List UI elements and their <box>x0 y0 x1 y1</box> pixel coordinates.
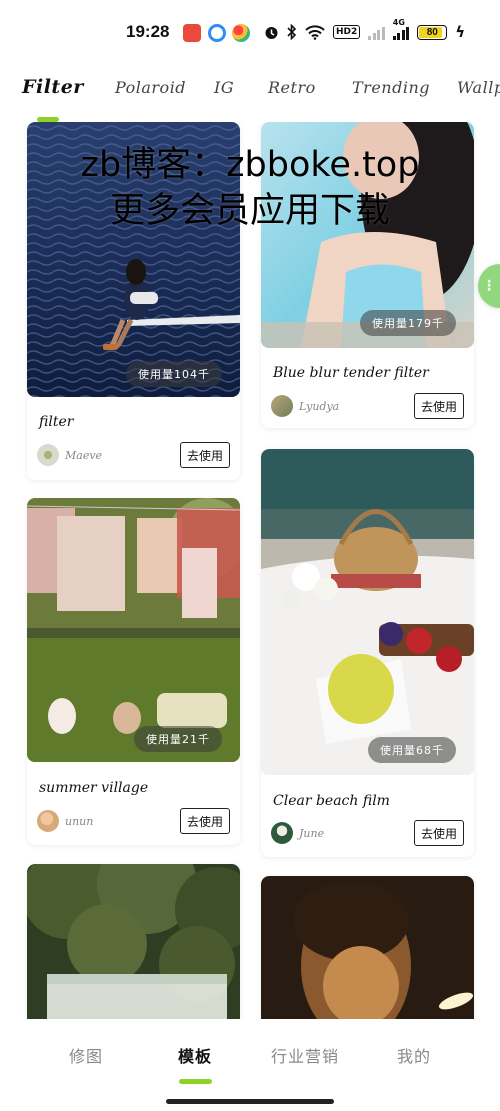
signal-icon <box>368 25 385 40</box>
battery-icon: 80 <box>417 24 448 40</box>
charging-icon: ϟ <box>455 23 466 41</box>
usage-badge: 使用量104千 <box>126 361 222 387</box>
template-card[interactable] <box>27 864 240 1019</box>
signal-icon: 4G <box>392 18 410 40</box>
watermark-line-1: zb博客：zbboke.top <box>80 145 420 185</box>
nav-templates[interactable]: 模板 <box>178 1043 212 1067</box>
hd-badge: HD2 <box>333 25 361 39</box>
nav-profile[interactable]: 我的 <box>397 1043 431 1067</box>
photos-app-icon <box>232 24 250 42</box>
card-author[interactable]: June <box>271 822 324 844</box>
template-feed[interactable]: 使用量104千 filter Maeve 去使用 使用量179千 Blue bl… <box>0 122 500 1019</box>
use-template-button[interactable]: 去使用 <box>180 808 230 834</box>
template-card[interactable]: 使用量21千 summer village unun 去使用 <box>27 498 240 845</box>
nav-marketing[interactable]: 行业营销 <box>271 1043 339 1067</box>
card-title: summer village <box>39 780 149 796</box>
author-avatar[interactable] <box>271 822 293 844</box>
card-author[interactable]: unun <box>37 810 93 832</box>
author-name: Lyudya <box>299 399 340 413</box>
tab-filter[interactable]: Filter <box>22 76 84 98</box>
author-avatar[interactable] <box>271 395 293 417</box>
battery-percent: 80 <box>426 26 438 38</box>
author-name: June <box>299 826 325 840</box>
template-photo[interactable] <box>27 498 240 762</box>
watermark-overlay: zb博客：zbboke.top 更多会员应用下载 <box>0 142 500 234</box>
author-name: unun <box>65 814 94 828</box>
blue-app-icon <box>208 24 226 42</box>
network-label: 4G <box>392 17 405 27</box>
template-card[interactable] <box>261 876 474 1019</box>
usage-badge: 使用量179千 <box>360 310 456 336</box>
author-name: Maeve <box>65 448 103 462</box>
home-indicator[interactable] <box>166 1099 334 1104</box>
tab-polaroid[interactable]: Polaroid <box>115 78 186 97</box>
more-dots-icon: ⋮ <box>482 278 496 294</box>
nav-edit[interactable]: 修图 <box>69 1043 103 1067</box>
watermark-line-2: 更多会员应用下载 <box>109 191 390 231</box>
card-title: Blue blur tender filter <box>273 365 429 381</box>
card-author[interactable]: Maeve <box>37 444 102 466</box>
tab-trending[interactable]: Trending <box>352 78 430 97</box>
tab-retro[interactable]: Retro <box>268 78 316 97</box>
template-card[interactable]: 使用量68千 Clear beach film June 去使用 <box>261 449 474 857</box>
use-template-button[interactable]: 去使用 <box>414 820 464 846</box>
use-template-button[interactable]: 去使用 <box>414 393 464 419</box>
author-avatar[interactable] <box>37 444 59 466</box>
status-icons: HD2 4G 80 ϟ <box>264 18 466 41</box>
tab-ig[interactable]: IG <box>214 78 234 97</box>
status-bar: 19:28 HD2 4G 80 ϟ <box>0 0 500 66</box>
author-avatar[interactable] <box>37 810 59 832</box>
bluetooth-icon <box>287 24 297 40</box>
usage-badge: 使用量68千 <box>368 737 456 763</box>
template-photo[interactable] <box>27 864 240 1019</box>
taobao-app-icon <box>183 24 201 42</box>
template-photo[interactable] <box>261 876 474 1019</box>
tab-wallpaper[interactable]: Wallpa <box>457 78 500 97</box>
use-template-button[interactable]: 去使用 <box>180 442 230 468</box>
active-nav-indicator <box>179 1079 212 1084</box>
card-title: filter <box>39 414 74 430</box>
card-author[interactable]: Lyudya <box>271 395 339 417</box>
usage-badge: 使用量21千 <box>134 726 222 752</box>
alarm-icon <box>264 25 279 40</box>
bottom-navigation: 修图 模板 行业营销 我的 <box>0 1019 500 1111</box>
wifi-icon <box>305 24 325 40</box>
category-tabs: Filter Polaroid IG Retro Trending Wallpa <box>0 74 500 122</box>
template-photo[interactable] <box>261 449 474 775</box>
status-time: 19:28 <box>126 22 170 41</box>
card-title: Clear beach film <box>273 793 390 809</box>
